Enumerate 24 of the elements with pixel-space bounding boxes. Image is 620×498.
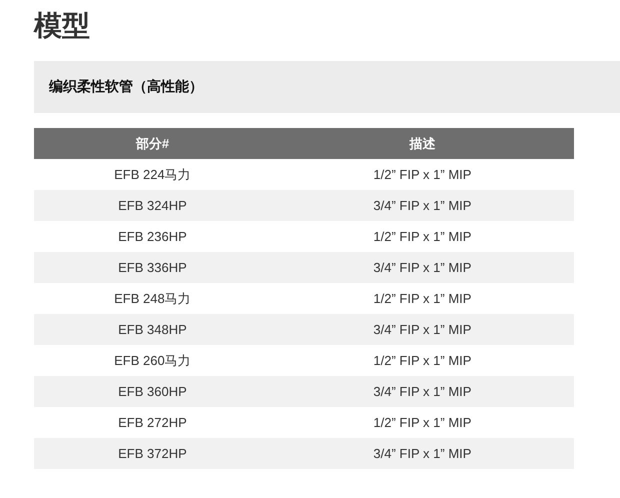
table-cell: EFB 336HP: [34, 252, 271, 283]
table-cell: 3/4” FIP x 1” MIP: [270, 252, 574, 283]
table-cell: EFB 324HP: [34, 190, 271, 221]
table-cell: EFB 360HP: [34, 376, 271, 407]
table-cell: 3/4” FIP x 1” MIP: [270, 438, 574, 469]
table-cell: EFB 236HP: [34, 221, 271, 252]
column-header: 描述: [270, 128, 574, 159]
page-title: 模型: [34, 9, 90, 43]
table-cell: 3/4” FIP x 1” MIP: [270, 314, 574, 345]
table-cell: 3/4” FIP x 1” MIP: [270, 190, 574, 221]
table-cell: EFB 260马力: [34, 345, 271, 376]
table-cell: 1/2” FIP x 1” MIP: [270, 221, 574, 252]
table-cell: EFB 272HP: [34, 407, 271, 438]
column-header: 部分#: [34, 128, 271, 159]
table-cell: 1/2” FIP x 1” MIP: [270, 283, 574, 314]
table-cell: EFB 372HP: [34, 438, 271, 469]
table-cell: EFB 248马力: [34, 283, 271, 314]
table-cell: 1/2” FIP x 1” MIP: [270, 345, 574, 376]
section-title: 编织柔性软管（高性能）: [49, 78, 203, 96]
table-cell: 1/2” FIP x 1” MIP: [270, 407, 574, 438]
table-cell: 1/2” FIP x 1” MIP: [270, 159, 574, 190]
table-cell: EFB 224马力: [34, 159, 271, 190]
table-cell: 3/4” FIP x 1” MIP: [270, 376, 574, 407]
table-cell: EFB 348HP: [34, 314, 271, 345]
